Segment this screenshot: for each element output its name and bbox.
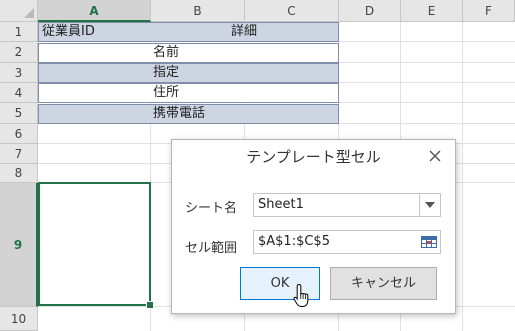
row-header-1[interactable]: 1	[0, 22, 38, 42]
close-icon[interactable]	[427, 146, 443, 166]
cell-a1: 従業員ID	[42, 24, 95, 39]
row-header-2[interactable]: 2	[0, 42, 38, 63]
column-header-b[interactable]: B	[151, 0, 245, 22]
dropdown-button[interactable]	[419, 194, 440, 216]
table-row[interactable]: 携帯電話	[38, 104, 339, 124]
column-header-e[interactable]: E	[401, 0, 463, 22]
table-row[interactable]: 名前	[38, 43, 339, 63]
row-header-7[interactable]: 7	[0, 144, 38, 164]
cancel-button[interactable]: キャンセル	[330, 267, 437, 300]
select-all-corner[interactable]	[0, 0, 38, 22]
template-cell-dialog: テンプレート型セル シート名 Sheet1 セル範囲 $A$1:$C$5 OK …	[171, 139, 456, 314]
row-header-6[interactable]: 6	[0, 124, 38, 144]
chevron-down-icon	[425, 202, 435, 208]
fill-handle[interactable]	[146, 301, 154, 309]
row-header-4[interactable]: 4	[0, 83, 38, 103]
hand-pointer-icon	[293, 283, 309, 307]
cell-b3: 指定	[153, 65, 180, 80]
cell-b2: 名前	[153, 45, 180, 60]
table-row[interactable]: 従業員ID 詳細	[38, 22, 339, 42]
range-select-icon[interactable]	[421, 234, 437, 250]
row-header-9[interactable]: 9	[0, 183, 38, 307]
cell-b4: 住所	[153, 85, 180, 100]
cell-b1: 詳細	[231, 24, 258, 39]
column-header-c[interactable]: C	[245, 0, 339, 22]
row-header-8[interactable]: 8	[0, 164, 38, 183]
range-label: セル範囲	[185, 241, 238, 256]
range-input[interactable]: $A$1:$C$5	[253, 230, 441, 254]
range-value: $A$1:$C$5	[258, 234, 330, 249]
selected-cell-a9[interactable]	[38, 182, 151, 306]
column-header-f[interactable]: F	[463, 0, 515, 22]
column-header-a[interactable]: A	[38, 0, 151, 22]
table-row[interactable]: 指定	[38, 63, 339, 83]
sheet-name-value: Sheet1	[258, 197, 304, 212]
row-header-5[interactable]: 5	[0, 103, 38, 124]
table-row[interactable]: 住所	[38, 83, 339, 103]
cell-b5: 携帯電話	[153, 106, 206, 121]
column-header-d[interactable]: D	[339, 0, 401, 22]
sheet-name-dropdown[interactable]: Sheet1	[253, 193, 441, 217]
sheet-name-label: シート名	[185, 201, 238, 216]
row-header-10[interactable]: 10	[0, 307, 38, 331]
row-header-3[interactable]: 3	[0, 63, 38, 83]
gridline	[462, 22, 463, 331]
dialog-title: テンプレート型セル	[246, 148, 381, 166]
